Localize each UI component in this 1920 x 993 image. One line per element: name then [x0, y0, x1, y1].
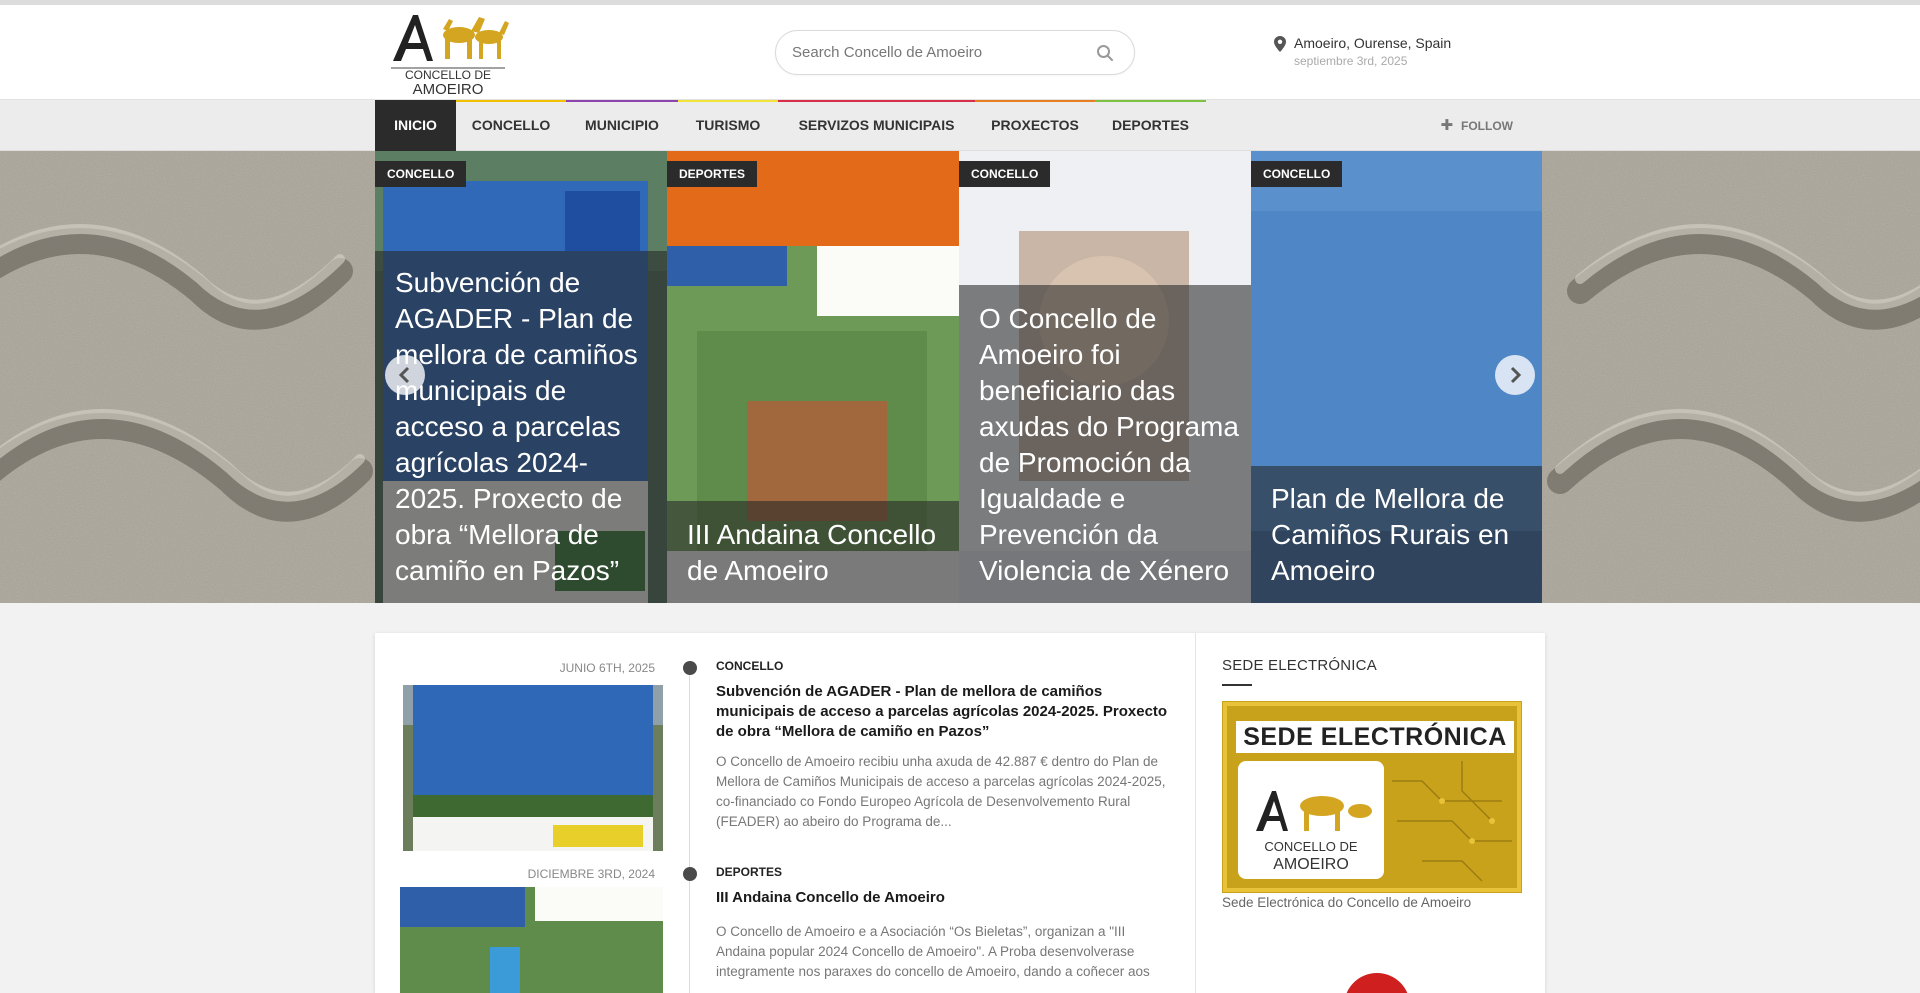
slide-category: DEPORTES [667, 161, 758, 187]
post-item-agader: JUNIO 6TH, 2025 CONCELLO Subvención de A… [375, 633, 1195, 858]
chevron-left-icon [398, 366, 410, 384]
chevron-right-icon [1510, 366, 1522, 384]
post-thumbnail[interactable] [403, 685, 663, 851]
post-image-andaina-poster [400, 887, 663, 993]
slide-andaina[interactable]: DEPORTES III Andaina Concello de Amoeiro [667, 151, 959, 603]
logo-icon: CONCELLO DE AMOEIRO [391, 15, 509, 97]
timeline-dot [683, 867, 697, 881]
sidebar-widget-title: SEDE ELECTRÓNICA [1222, 657, 1377, 674]
nav-servizos-municipais[interactable]: SERVIZOS MUNICIPAIS [778, 100, 975, 151]
banner-heading: SEDE ELECTRÓNICA [1243, 723, 1507, 751]
post-item-andaina: DICIEMBRE 3RD, 2024 DEPORTES III Andaina… [375, 863, 1195, 993]
slide-title: Subvención de AGADER - Plan de mellora d… [395, 267, 638, 586]
nav-deportes[interactable]: DEPORTES [1095, 100, 1206, 151]
slide-category: CONCELLO [375, 161, 467, 187]
search-input[interactable] [792, 31, 1092, 74]
location-city: Amoeiro, Ourense, Spain [1294, 35, 1452, 51]
post-thumbnail[interactable] [400, 887, 663, 993]
slider-prev-button[interactable] [385, 355, 425, 395]
post-date: JUNIO 6TH, 2025 [559, 661, 655, 675]
slide-igualdade[interactable]: CONCELLO O Concello de Amoeiro foi benef… [959, 151, 1251, 603]
logo-text-top: CONCELLO DE [405, 68, 491, 82]
post-category[interactable]: DEPORTES [716, 865, 782, 879]
slide-title: III Andaina Concello de Amoeiro [687, 519, 937, 586]
main-content: JUNIO 6TH, 2025 CONCELLO Subvención de A… [375, 633, 1545, 993]
logo-text-bottom: AMOEIRO [413, 81, 484, 97]
nav-municipio[interactable]: MUNICIPIO [566, 100, 678, 151]
logo-text-bottom: AMOEIRO [1273, 856, 1349, 873]
slide-title: Plan de Mellora de Camiños Rurais en Amo… [1271, 483, 1510, 586]
nav-proxectos[interactable]: PROXECTOS [975, 100, 1095, 151]
slide-title: O Concello de Amoeiro foi beneficiario d… [979, 303, 1239, 586]
title-underline [1222, 684, 1252, 686]
map-pin-icon [1274, 36, 1286, 52]
post-category[interactable]: CONCELLO [716, 659, 783, 673]
post-title[interactable]: III Andaina Concello de Amoeiro [716, 888, 1176, 908]
search-icon[interactable] [1096, 44, 1114, 62]
slide-category: CONCELLO [1251, 161, 1343, 187]
nav-turismo[interactable]: TURISMO [678, 100, 778, 151]
site-header: CONCELLO DE AMOEIRO Amoeiro, Ourense, Sp… [0, 5, 1920, 100]
featured-slider: CONCELLO Subvención de AGADER - Plan de … [0, 151, 1920, 603]
post-date: DICIEMBRE 3RD, 2024 [527, 867, 655, 881]
nav-concello[interactable]: CONCELLO [456, 100, 566, 151]
slider-next-button[interactable] [1495, 355, 1535, 395]
follow-button[interactable]: ✚ FOLLOW [1440, 100, 1513, 151]
location-info: Amoeiro, Ourense, Spain septiembre 3rd, … [1274, 33, 1494, 73]
post-title[interactable]: Subvención de AGADER - Plan de mellora d… [716, 682, 1176, 742]
current-date: septiembre 3rd, 2025 [1294, 54, 1408, 68]
logo-text-top: CONCELLO DE [1264, 839, 1358, 854]
search-box [775, 30, 1135, 75]
timeline-dot [683, 661, 697, 675]
sede-electronica-banner[interactable]: CONCELLO DE AMOEIRO SEDE ELECTRÓNICA [1222, 701, 1522, 893]
main-navigation: INICIO CONCELLO MUNICIPIO TURISMO SERVIZ… [0, 100, 1920, 151]
post-image-agader-sign [403, 685, 663, 851]
red-badge-icon[interactable] [1344, 973, 1410, 993]
post-excerpt: O Concello de Amoeiro e a Asociación “Os… [716, 924, 1150, 979]
nav-inicio[interactable]: INICIO [375, 100, 456, 151]
sede-electronica-caption[interactable]: Sede Electrónica do Concello de Amoeiro [1222, 895, 1471, 910]
post-excerpt: O Concello de Amoeiro recibiu unha axuda… [716, 754, 1166, 829]
concello-logo[interactable]: CONCELLO DE AMOEIRO [387, 9, 509, 97]
plus-icon: ✚ [1440, 117, 1454, 134]
sidebar: SEDE ELECTRÓNICA CONCELLO DE AMOEIRO SED… [1195, 633, 1545, 993]
slide-category: CONCELLO [959, 161, 1051, 187]
